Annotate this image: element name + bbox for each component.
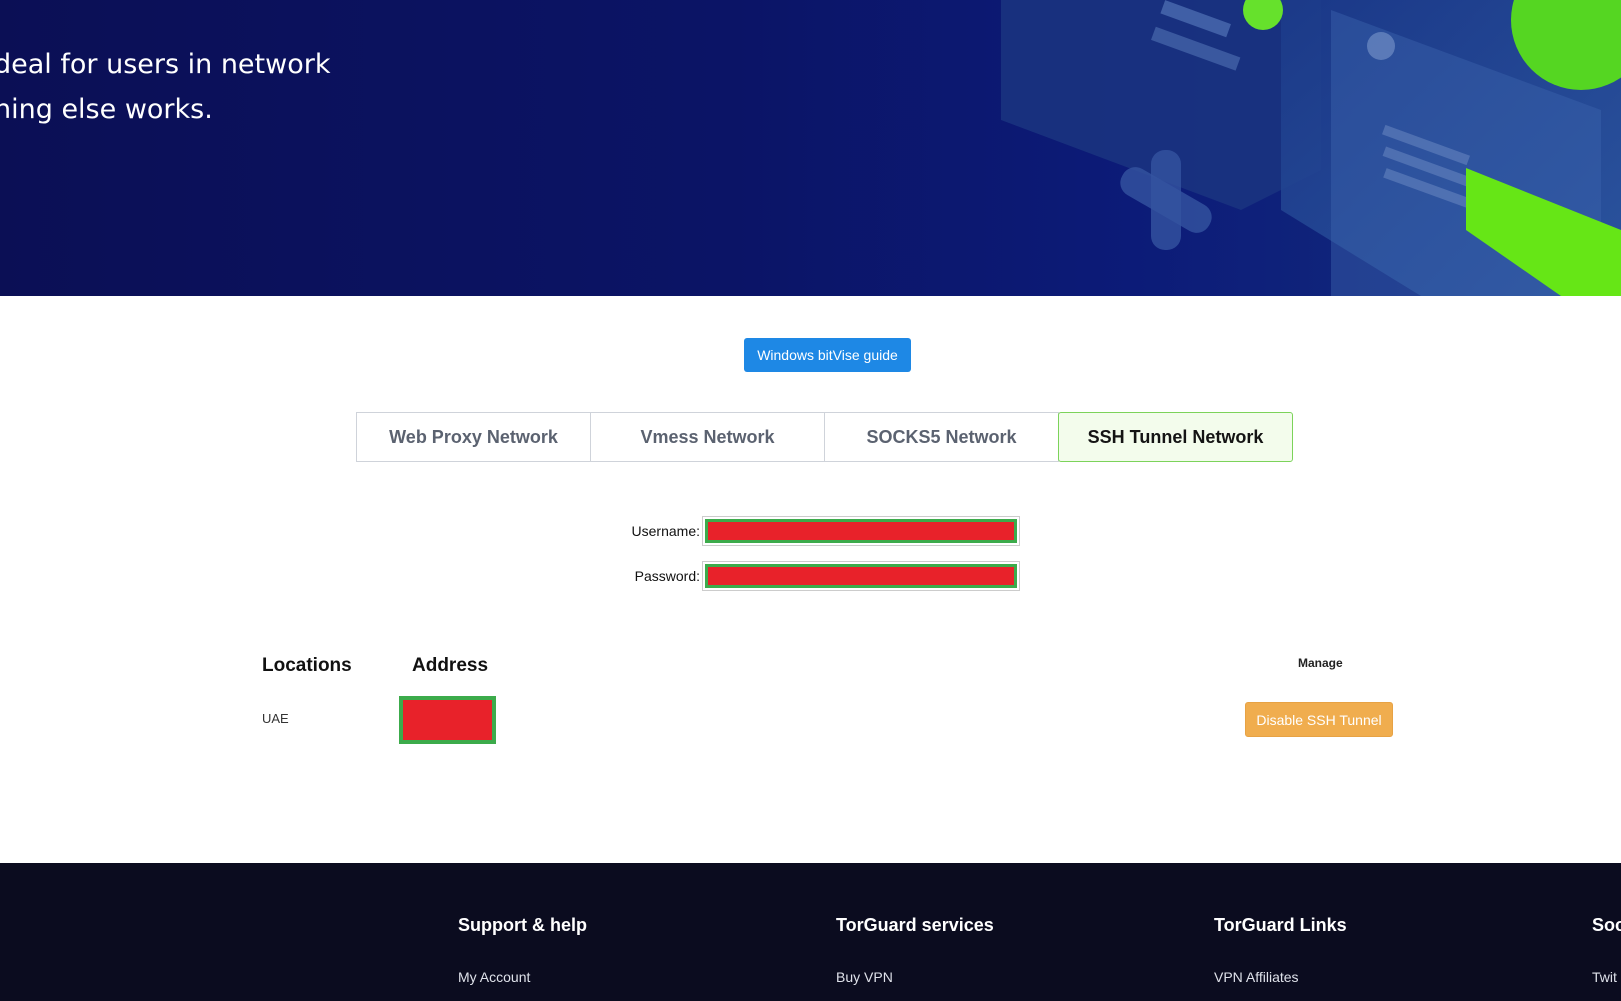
- footer-link-buy-vpn[interactable]: Buy VPN: [836, 969, 893, 985]
- tab-vmess-network[interactable]: Vmess Network: [590, 412, 825, 462]
- tab-socks5-network[interactable]: SOCKS5 Network: [824, 412, 1059, 462]
- disable-ssh-tunnel-button[interactable]: Disable SSH Tunnel: [1245, 702, 1393, 737]
- username-row: Username:: [600, 515, 1020, 547]
- username-label: Username:: [631, 523, 700, 539]
- footer-link-my-account[interactable]: My Account: [458, 969, 530, 985]
- manage-header: Manage: [1298, 656, 1343, 670]
- footer-heading-support: Support & help: [458, 915, 587, 935]
- footer-link-vpn-affiliates[interactable]: VPN Affiliates: [1214, 969, 1299, 985]
- footer-link-twitter[interactable]: Twit: [1592, 969, 1617, 985]
- locations-header: Locations: [262, 655, 352, 676]
- hero-banner: deal for users in network hing else work…: [0, 0, 1621, 296]
- username-field[interactable]: [702, 516, 1020, 546]
- password-redacted-value: [705, 564, 1017, 588]
- hero-illustration: [1001, 0, 1621, 296]
- address-header: Address: [412, 655, 489, 676]
- password-label: Password:: [634, 568, 700, 584]
- footer-heading-links: TorGuard Links: [1214, 915, 1347, 935]
- tab-web-proxy-network[interactable]: Web Proxy Network: [356, 412, 591, 462]
- tab-ssh-tunnel-network[interactable]: SSH Tunnel Network: [1058, 412, 1293, 462]
- windows-bitvise-guide-button[interactable]: Windows bitVise guide: [744, 338, 911, 372]
- hero-line-2: hing else works.: [0, 94, 213, 125]
- password-field[interactable]: [702, 561, 1020, 591]
- password-row: Password:: [600, 560, 1020, 592]
- hero-line-1: deal for users in network: [0, 49, 331, 80]
- footer: Support & help My Account TorGuard servi…: [0, 863, 1621, 1001]
- footer-heading-social: Soc: [1592, 915, 1621, 935]
- address-cell-redacted: [399, 696, 496, 744]
- network-tabs: Web Proxy Network Vmess Network SOCKS5 N…: [356, 412, 1293, 464]
- username-redacted-value: [705, 519, 1017, 543]
- footer-heading-services: TorGuard services: [836, 915, 994, 935]
- hero-text: deal for users in network hing else work…: [0, 42, 330, 132]
- location-cell: UAE: [262, 711, 289, 726]
